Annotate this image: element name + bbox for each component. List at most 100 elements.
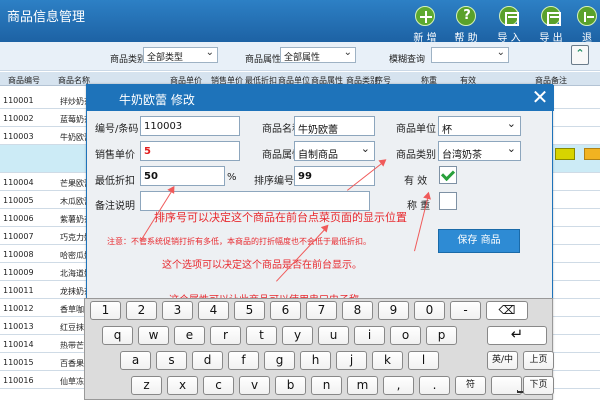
key-2[interactable]: 2 [126,301,157,320]
key-l[interactable]: l [408,351,439,370]
app-title: 商品信息管理 [7,10,86,25]
key-5[interactable]: 5 [234,301,265,320]
dialog-header: 牛奶欧蕾 修改 ✕ [87,85,554,111]
key-b[interactable]: b [275,376,306,395]
key-w[interactable]: w [138,326,169,345]
attribute-filter-label: 商品属性 [245,55,282,65]
page-up-key[interactable]: 上页 [523,351,554,370]
space-key[interactable] [491,376,546,395]
key-o[interactable]: o [390,326,421,345]
enter-icon: ↵ [510,325,524,343]
sale-price-label: 销售单价 [95,150,135,161]
key-r[interactable]: r [210,326,241,345]
key-7[interactable]: 7 [306,301,337,320]
exit-icon [577,6,597,26]
key-4[interactable]: 4 [198,301,229,320]
save-product-button[interactable]: 保存 商品 [438,229,520,253]
row-code: 110007 [3,232,34,241]
sort-number-label: 排序编号 [254,176,294,187]
valid-checkbox[interactable] [439,166,457,184]
check-icon [440,166,456,182]
unit-select[interactable]: 杯 [438,116,521,136]
key-minus[interactable]: - [450,301,481,320]
plus-icon [415,6,435,26]
key-p[interactable]: p [426,326,457,345]
key-6[interactable]: 6 [270,301,301,320]
export-button[interactable]: 导 出 [534,6,568,44]
key-s[interactable]: s [156,351,187,370]
product-category-label: 商品类别 [396,150,436,161]
key-j[interactable]: j [336,351,367,370]
key-t[interactable]: t [246,326,277,345]
key-z[interactable]: z [131,376,162,395]
fuzzy-query-input[interactable] [431,47,509,63]
backspace-key[interactable]: ⌫ [486,301,528,320]
page-down-key[interactable]: 下页 [523,376,554,395]
header-code: 商品编号 [8,76,40,85]
key-m[interactable]: m [347,376,378,395]
row-code: 110011 [3,286,34,295]
remark-label: 备注说明 [95,201,135,212]
symbol-key[interactable]: 符 [455,376,486,395]
key-9[interactable]: 9 [378,301,409,320]
row-code: 110002 [3,114,34,123]
enter-key[interactable]: ↵ [487,326,547,345]
key-g[interactable]: g [264,351,295,370]
key-d[interactable]: d [192,351,223,370]
row-code: 110016 [3,376,34,385]
key-f[interactable]: f [228,351,259,370]
close-dialog-button[interactable]: ✕ [526,85,554,111]
row-yellow-badge [584,148,600,160]
key-q[interactable]: q [102,326,133,345]
category-filter-select[interactable]: 全部类型 [143,47,218,63]
code-input[interactable]: 110003 [140,116,240,136]
key-x[interactable]: x [167,376,198,395]
collapse-button[interactable]: ⌃ [571,45,589,65]
language-switch-key[interactable]: 英/中 [487,351,518,370]
valid-hint: 这个选项可以决定这个商品是否在前台显示。 [162,260,362,271]
import-button[interactable]: 导 入 [492,6,526,44]
key-e[interactable]: e [174,326,205,345]
row-code: 110001 [3,96,34,105]
key-i[interactable]: i [354,326,385,345]
on-screen-keyboard: 1 2 3 4 5 6 7 8 9 0 - ⌫ q w e r t y u i … [84,298,554,400]
key-v[interactable]: v [239,376,270,395]
weigh-hint-arrow [276,226,328,282]
help-icon [456,6,477,28]
key-1[interactable]: 1 [90,301,121,320]
product-name-input[interactable]: 牛奶欧蕾 [294,116,375,136]
row-green-badge [555,148,575,160]
key-k[interactable]: k [372,351,403,370]
key-comma[interactable]: , [383,376,414,395]
row-code: 110012 [3,304,34,313]
exit-button[interactable]: 退 [574,6,600,44]
key-period[interactable]: . [419,376,450,395]
key-n[interactable]: n [311,376,342,395]
product-attribute-select[interactable]: 自制商品 [294,141,375,161]
min-discount-label: 最低折扣 [95,176,135,187]
weigh-checkbox[interactable] [439,192,457,210]
remark-input[interactable] [140,191,370,211]
key-8[interactable]: 8 [342,301,373,320]
export-icon [541,6,561,26]
sale-price-input[interactable]: 5 [140,141,240,161]
key-3[interactable]: 3 [162,301,193,320]
unit-label: 商品单位 [396,124,436,135]
key-u[interactable]: u [318,326,349,345]
key-c[interactable]: c [203,376,234,395]
row-code: 110014 [3,340,34,349]
help-button[interactable]: 帮 助 [449,6,483,44]
key-y[interactable]: y [282,326,313,345]
min-discount-input[interactable]: 50 [140,166,225,186]
attribute-filter-select[interactable]: 全部属性 [280,47,356,63]
key-h[interactable]: h [300,351,331,370]
row-code: 110005 [3,196,34,205]
key-a[interactable]: a [120,351,151,370]
fuzzy-query-label: 模糊查询 [389,55,426,65]
row-code: 110004 [3,178,34,187]
sort-hint: 排序号可以决定这个商品在前台点菜页面的显示位置 [154,211,407,224]
key-0[interactable]: 0 [414,301,445,320]
product-category-select[interactable]: 台湾奶茶 [438,141,521,161]
new-button[interactable]: 新 增 [408,6,442,44]
row-code: 110009 [3,268,34,277]
